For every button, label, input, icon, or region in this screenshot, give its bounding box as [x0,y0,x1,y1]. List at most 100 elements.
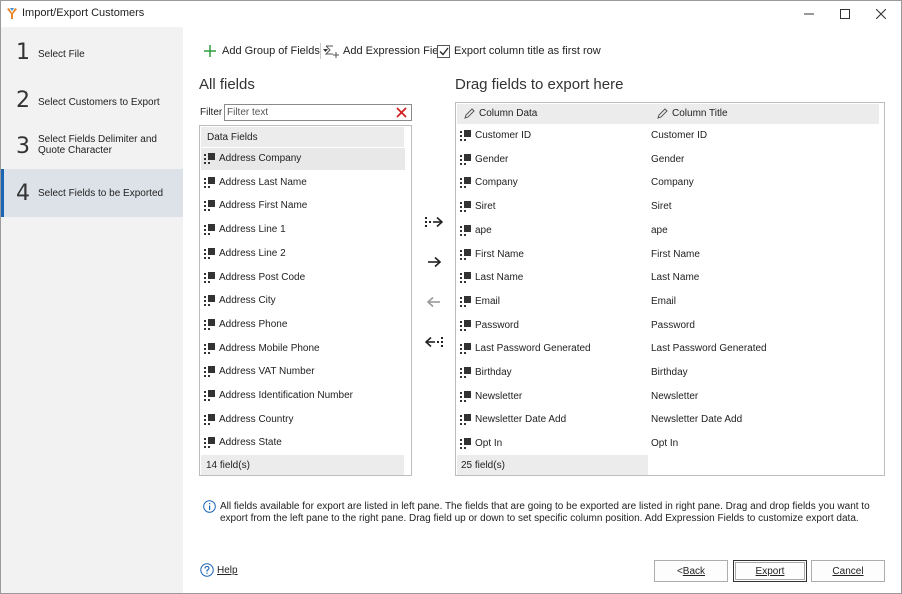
pencil-icon [464,108,475,119]
step-select-fields[interactable]: 4 Select Fields to be Exported [1,169,183,217]
column-title-cell: Company [651,177,694,189]
close-x-icon[interactable] [395,106,408,119]
step-select-file[interactable]: 1 Select File [1,31,183,71]
move-left-button[interactable] [422,291,446,313]
drag-handle-icon[interactable] [460,438,471,450]
move-right-button[interactable] [422,251,446,273]
export-field-row[interactable]: Password Password [457,315,879,337]
window-title: Import/Export Customers [22,7,145,19]
export-field-row[interactable]: Siret Siret [457,196,879,218]
drag-handle-icon[interactable] [204,224,215,236]
maximize-icon [840,9,850,19]
info-circle-icon [203,500,216,513]
drag-handle-icon[interactable] [460,367,471,378]
field-item[interactable]: Address Last Name [201,172,407,194]
field-item[interactable]: Address First Name [201,195,407,217]
app-logo-icon [7,8,17,19]
export-field-row[interactable]: Newsletter Date Add Newsletter Date Add [457,409,879,431]
export-field-row[interactable]: First Name First Name [457,244,879,266]
export-field-row[interactable]: Last Password Generated Last Password Gen… [457,338,879,360]
export-fields-list[interactable]: Column Data Column Title Customer ID Cust… [455,102,885,476]
field-item[interactable]: Address City [201,290,407,312]
field-item-label: Address Line 2 [219,247,286,259]
export-button[interactable]: Export [733,560,807,582]
drag-handle-icon[interactable] [460,153,471,165]
export-field-row[interactable]: Email Email [457,291,879,313]
move-all-left-button[interactable] [422,331,446,353]
drag-handle-icon[interactable] [204,318,215,330]
step-select-customers[interactable]: 2 Select Customers to Export [1,79,183,119]
field-item[interactable]: Address Mobile Phone [201,338,407,360]
drag-handle-icon[interactable] [204,176,215,188]
column-title-cell: Customer ID [651,130,708,141]
field-item[interactable]: Address VAT Number [201,361,407,383]
maximize-button[interactable] [827,1,863,27]
drag-handle-icon[interactable] [204,366,215,378]
add-group-button[interactable]: Add Group of Fields [204,41,329,61]
field-item[interactable]: Address Identification Number [201,385,407,407]
minimize-button[interactable] [791,1,827,27]
field-item[interactable]: Address State [201,432,407,454]
close-button[interactable] [863,1,899,27]
export-field-row[interactable]: Birthday Birthday [457,362,879,384]
step-label: Select File [38,49,85,60]
step-label: Select Fields to be Exported [38,188,164,199]
drag-handle-icon[interactable] [460,177,471,189]
scrollbar[interactable] [405,126,411,475]
export-field-row[interactable]: Newsletter Newsletter [457,386,879,408]
drag-handle-icon[interactable] [460,201,471,213]
back-button[interactable]: < Back [654,560,728,582]
drag-handle-icon[interactable] [460,343,471,355]
field-item[interactable]: Address Company [201,148,407,170]
filter-field[interactable] [224,104,412,121]
column-data-header[interactable]: Column Data [464,108,537,119]
toolbar-divider [320,43,321,59]
field-item[interactable]: Address Line 2 [201,243,407,265]
drag-handle-icon[interactable] [204,342,215,354]
export-field-row[interactable]: Opt In Opt In [457,433,879,455]
drag-handle-icon[interactable] [460,390,471,402]
field-item[interactable]: Address Post Code [201,267,407,289]
export-field-row[interactable]: Company Company [457,172,879,194]
drag-handle-icon[interactable] [460,319,471,331]
field-item-label: Address Last Name [219,176,307,188]
drag-handle-icon[interactable] [204,295,215,307]
column-title-header[interactable]: Column Title [657,108,728,119]
field-count: 25 field(s) [461,460,505,471]
export-field-row[interactable]: Last Name Last Name [457,267,879,289]
drag-handle-icon[interactable] [204,437,215,449]
drag-handle-icon[interactable] [460,224,471,236]
drag-handle-icon[interactable] [460,295,471,307]
all-fields-list[interactable]: Data Fields Address Company Address Last … [199,125,412,476]
column-data-cell: First Name [475,248,524,260]
export-field-row[interactable]: Customer ID Customer ID [457,125,879,147]
checkbox-box[interactable] [437,44,450,58]
cancel-button[interactable]: Cancel [811,560,885,582]
field-item[interactable]: Address Line 1 [201,219,407,241]
add-expression-button[interactable]: Add Expression Field [325,41,447,61]
drag-handle-icon[interactable] [460,272,471,284]
drag-handle-icon[interactable] [204,390,215,401]
drag-handle-icon[interactable] [460,130,471,141]
help-link[interactable]: Help [200,563,238,577]
export-field-row[interactable]: Gender Gender [457,149,879,171]
column-title-cell: Opt In [651,438,679,450]
export-field-row[interactable]: ape ape [457,220,879,242]
drag-handle-icon[interactable] [204,200,215,212]
drag-handle-icon[interactable] [460,248,471,260]
step-select-delimiter[interactable]: 3 Select Fields Delimiter and Quote Char… [1,123,183,167]
drag-handle-icon[interactable] [204,153,215,164]
drag-handle-icon[interactable] [204,271,215,283]
field-item[interactable]: Address Phone [201,314,407,336]
column-title-cell: Last Password Generated [651,343,767,355]
field-item-label: Address Company [219,153,302,164]
drag-handle-icon[interactable] [204,247,215,259]
drag-handle-icon[interactable] [460,414,471,426]
move-all-right-button[interactable] [422,211,446,233]
export-title-checkbox[interactable]: Export column title as first row [437,41,601,61]
filter-input[interactable] [227,106,392,119]
drag-handle-icon[interactable] [204,413,215,425]
field-item[interactable]: Address Country [201,409,407,431]
scrollbar[interactable] [880,103,884,475]
export-button-label: Export [755,565,785,577]
